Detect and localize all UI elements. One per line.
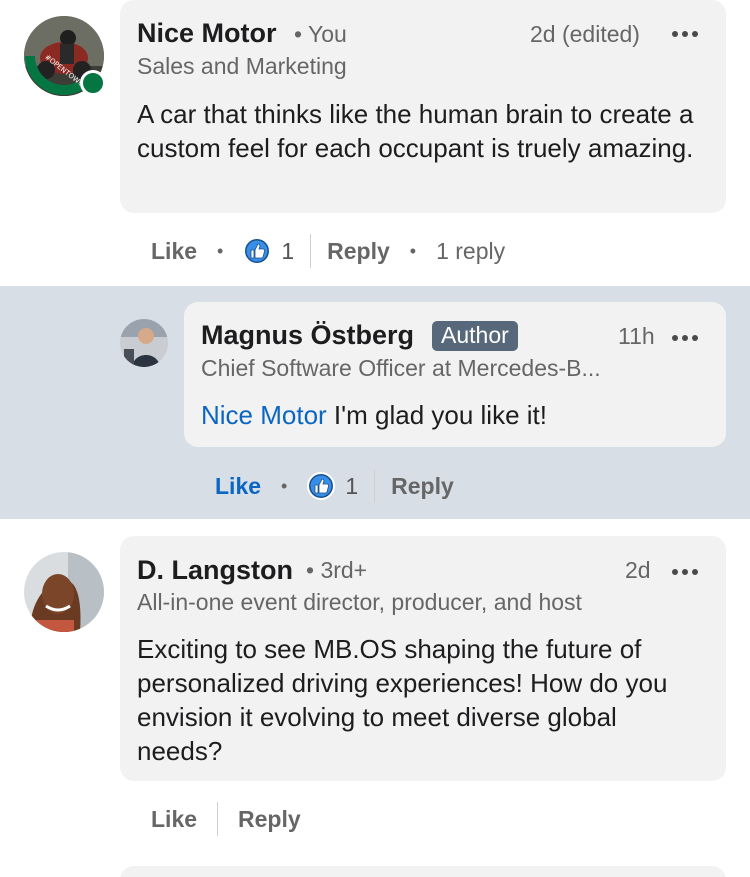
comment-text: Exciting to see MB.OS shaping the future… — [137, 634, 668, 766]
online-status-dot — [80, 70, 106, 96]
divider — [310, 234, 312, 268]
author-badge: Author — [432, 321, 518, 351]
thumbs-up-icon[interactable] — [243, 237, 272, 265]
reply-actions: Like • 1 Reply — [215, 469, 454, 503]
avatar-photo — [120, 319, 168, 367]
like-button[interactable]: Like — [151, 806, 197, 833]
more-options-icon[interactable] — [672, 31, 698, 37]
mention-link[interactable]: Nice Motor — [201, 400, 327, 430]
reply-button[interactable]: Reply — [327, 238, 390, 265]
separator-dot: • — [281, 475, 288, 496]
reply-author-headline: Chief Software Officer at Mercedes-B... — [201, 355, 601, 381]
thumbs-up-icon[interactable] — [307, 472, 336, 500]
avatar[interactable] — [24, 552, 104, 632]
divider — [217, 802, 219, 836]
reply-author-name[interactable]: Magnus Östberg — [201, 320, 414, 351]
reply-time: 11h — [618, 323, 655, 349]
reply-button[interactable]: Reply — [238, 806, 301, 833]
like-button[interactable]: Like — [215, 473, 261, 500]
commenter-name[interactable]: D. Langston — [137, 555, 293, 586]
comment-text: A car that thinks like the human brain t… — [137, 99, 694, 163]
reply-text: Nice Motor I'm glad you like it! — [201, 398, 711, 432]
reply-button[interactable]: Reply — [391, 473, 454, 500]
replies-count-link[interactable]: 1 reply — [436, 238, 505, 265]
more-options-icon[interactable] — [672, 335, 698, 341]
like-button[interactable]: Like — [151, 238, 197, 265]
separator-dot: • — [217, 240, 224, 261]
avatar[interactable] — [120, 319, 168, 367]
more-options-icon[interactable] — [672, 569, 698, 575]
reaction-count[interactable]: 1 — [281, 238, 294, 265]
next-comment-bubble — [120, 866, 726, 877]
commenter-relation: • You — [294, 21, 347, 47]
comment-actions: Like • 1 Reply • 1 reply — [151, 234, 505, 268]
comment-time: 2d (edited) — [530, 21, 640, 47]
commenter-headline: All-in-one event director, producer, and… — [137, 589, 582, 615]
commenter-name[interactable]: Nice Motor — [137, 18, 277, 49]
commenter-headline: Sales and Marketing — [137, 53, 347, 79]
reply-message: I'm glad you like it! — [326, 400, 547, 430]
comment-actions: Like Reply — [151, 802, 301, 836]
reaction-count[interactable]: 1 — [345, 473, 358, 500]
avatar-photo — [24, 552, 104, 632]
divider — [374, 469, 376, 503]
commenter-relation: • 3rd+ — [306, 557, 368, 583]
comment-time: 2d — [625, 557, 651, 583]
separator-dot: • — [409, 240, 417, 261]
